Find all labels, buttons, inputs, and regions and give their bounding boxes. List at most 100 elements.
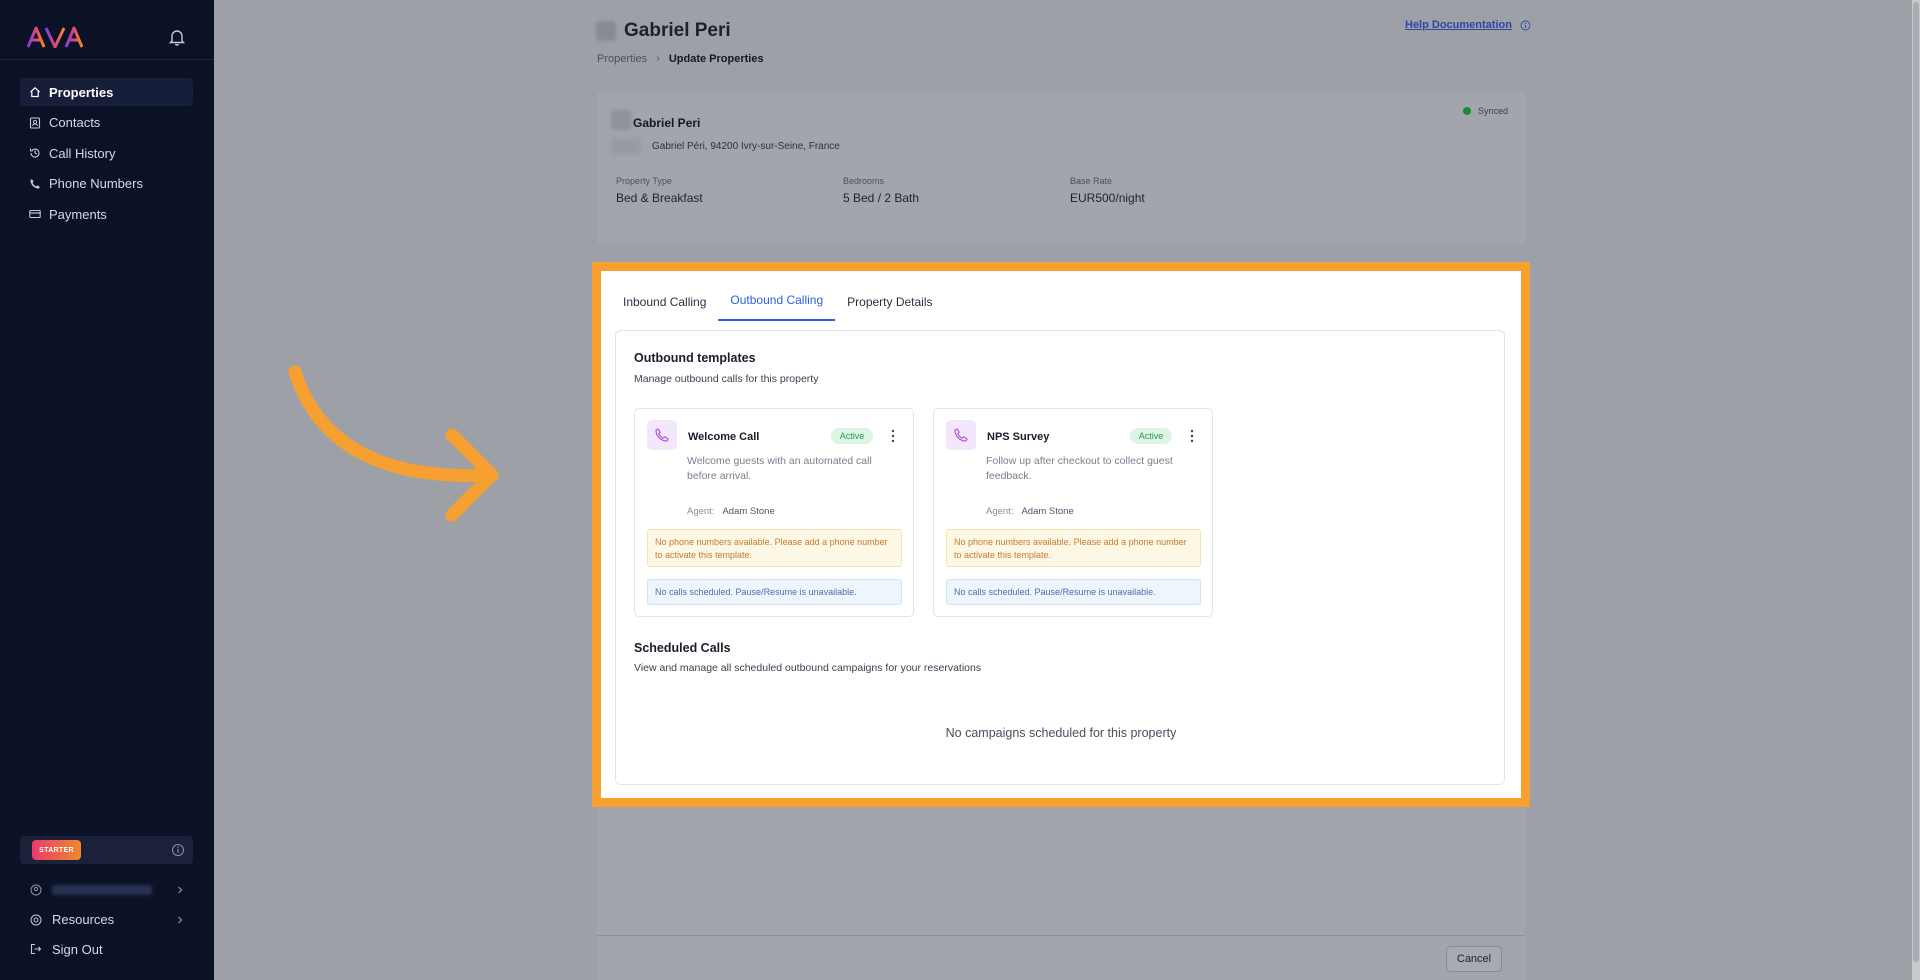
info-icon — [1520, 20, 1531, 30]
help-label: Help Documentation — [1405, 19, 1512, 31]
base-rate-stat: Base Rate EUR500/night — [1070, 176, 1145, 205]
template-warning: No phone numbers available. Please add a… — [647, 529, 902, 567]
stat-label: Bedrooms — [843, 176, 885, 186]
sign-out-button[interactable]: Sign Out — [20, 935, 193, 963]
scheduled-calls-subtitle: View and manage all scheduled outbound c… — [634, 662, 982, 674]
outbound-templates-title: Outbound templates — [634, 351, 756, 365]
phone-icon — [946, 420, 976, 450]
more-vertical-icon[interactable] — [890, 429, 896, 443]
status-badge: Active — [831, 428, 873, 444]
home-icon — [28, 86, 41, 99]
template-name: Welcome Call — [688, 431, 760, 443]
address-icon-redacted — [611, 138, 641, 154]
scheduled-calls-title: Scheduled Calls — [634, 641, 731, 655]
template-description: Welcome guests with an automated call be… — [687, 455, 872, 482]
tab-inbound-calling[interactable]: Inbound Calling — [611, 279, 718, 321]
help-documentation-link[interactable]: Help Documentation — [1405, 19, 1531, 31]
stat-label: Base Rate — [1070, 176, 1113, 186]
sidebar-bottom-nav: Resources Sign Out — [20, 876, 193, 965]
bedrooms-stat: Bedrooms 5 Bed / 2 Bath — [843, 176, 919, 205]
status-badge: Active — [1130, 428, 1172, 444]
highlighted-outbound-panel: Inbound Calling Outbound Calling Propert… — [592, 262, 1530, 807]
property-avatar — [596, 21, 616, 41]
sidebar-item-contacts[interactable]: Contacts — [20, 109, 193, 137]
agent-label: Agent: — [986, 506, 1014, 517]
stat-value: Bed & Breakfast — [616, 191, 703, 205]
sidebar-item-payments[interactable]: Payments — [20, 200, 193, 228]
template-card-welcome-call[interactable]: Welcome Call Active Welcome guests with … — [634, 408, 914, 617]
outbound-templates-subtitle: Manage outbound calls for this property — [634, 373, 819, 385]
property-summary-card: Gabriel Peri Gabriel Péri, 94200 Ivry-su… — [597, 92, 1525, 244]
sidebar-item-properties[interactable]: Properties — [20, 78, 193, 106]
sidebar: Properties Contacts Call History Phone N… — [0, 0, 214, 980]
template-name: NPS Survey — [987, 431, 1050, 443]
breadcrumb-current: Update Properties — [668, 53, 764, 65]
sidebar-item-label: Contacts — [49, 115, 101, 131]
stat-label: Property Type — [616, 176, 672, 186]
scrollbar[interactable] — [1912, 0, 1920, 980]
tab-bar: Inbound Calling Outbound Calling Propert… — [611, 271, 945, 321]
resources-menu[interactable]: Resources — [20, 906, 193, 934]
info-icon[interactable] — [171, 843, 185, 857]
page-header: Gabriel Peri — [596, 20, 731, 42]
template-agent: Agent: Adam Stone — [687, 506, 775, 517]
user-icon — [30, 884, 42, 896]
plan-badge[interactable]: STARTER — [32, 840, 81, 860]
phone-icon — [28, 177, 41, 190]
status-dot — [1462, 107, 1471, 115]
sidebar-item-label: Payments — [49, 206, 107, 222]
sign-out-icon — [30, 943, 42, 955]
sync-status-label: Synced — [1477, 106, 1508, 116]
account-name-redacted — [52, 885, 152, 895]
sidebar-item-label: Call History — [49, 145, 116, 161]
property-name: Gabriel Peri — [633, 116, 701, 130]
chevron-right-icon: › — [656, 53, 660, 65]
template-info: No calls scheduled. Pause/Resume is unav… — [946, 579, 1201, 605]
page-title: Gabriel Peri — [624, 20, 731, 41]
breadcrumb-properties[interactable]: Properties — [597, 53, 647, 65]
scrollbar-thumb[interactable] — [1913, 2, 1919, 962]
sidebar-item-call-history[interactable]: Call History — [20, 139, 193, 167]
agent-name: Adam Stone — [722, 506, 775, 517]
template-warning: No phone numbers available. Please add a… — [946, 529, 1201, 567]
template-agent: Agent: Adam Stone — [986, 506, 1074, 517]
resources-label: Resources — [52, 912, 115, 927]
account-menu[interactable] — [20, 876, 193, 904]
outbound-content-card: Outbound templates Manage outbound calls… — [615, 330, 1505, 785]
breadcrumb: Properties › Update Properties — [597, 53, 764, 65]
bell-icon[interactable] — [168, 28, 186, 46]
divider — [597, 935, 1525, 936]
more-vertical-icon[interactable] — [1189, 429, 1195, 443]
template-info: No calls scheduled. Pause/Resume is unav… — [647, 579, 902, 605]
template-card-nps-survey[interactable]: NPS Survey Active Follow up after checko… — [933, 408, 1213, 617]
sidebar-item-label: Phone Numbers — [49, 176, 143, 192]
stat-value: 5 Bed / 2 Bath — [843, 191, 920, 205]
property-thumbnail — [611, 110, 631, 130]
ava-logo — [27, 26, 83, 48]
card-icon — [28, 208, 41, 221]
stat-value: EUR500/night — [1070, 191, 1145, 205]
property-address: Gabriel Péri, 94200 Ivry-sur-Seine, Fran… — [652, 141, 840, 152]
empty-state-message: No campaigns scheduled for this property — [945, 726, 1177, 740]
tab-outbound-calling[interactable]: Outbound Calling — [718, 279, 836, 321]
form-lower-area — [597, 800, 1525, 980]
resources-icon — [30, 914, 42, 926]
cancel-button[interactable]: Cancel — [1446, 946, 1502, 972]
property-type-stat: Property Type Bed & Breakfast — [616, 176, 703, 205]
sign-out-label: Sign Out — [52, 941, 103, 957]
logo-row — [0, 0, 214, 60]
chevron-right-icon — [178, 916, 183, 923]
plan-row: STARTER — [20, 836, 193, 864]
annotation-arrow — [288, 365, 499, 522]
contacts-icon — [28, 116, 41, 129]
sync-status: Synced — [1462, 106, 1508, 116]
sidebar-nav: Properties Contacts Call History Phone N… — [20, 78, 193, 231]
sidebar-item-label: Properties — [49, 84, 114, 100]
tab-property-details[interactable]: Property Details — [835, 279, 944, 321]
agent-name: Adam Stone — [1021, 506, 1074, 517]
agent-label: Agent: — [687, 506, 715, 517]
history-icon — [28, 147, 41, 160]
sidebar-item-phone-numbers[interactable]: Phone Numbers — [20, 170, 193, 198]
phone-icon — [647, 420, 677, 450]
template-description: Follow up after checkout to collect gues… — [986, 455, 1173, 482]
